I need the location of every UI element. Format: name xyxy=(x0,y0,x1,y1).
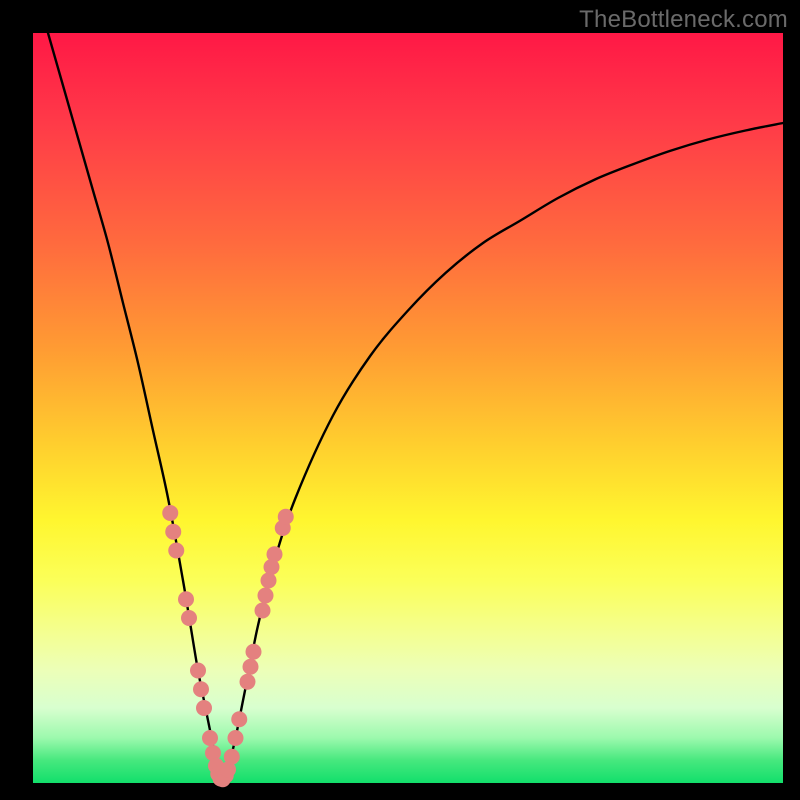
marker-dot xyxy=(168,543,184,559)
marker-dot xyxy=(261,573,277,589)
marker-dots xyxy=(162,505,294,787)
marker-dot xyxy=(240,674,256,690)
plot-area xyxy=(33,33,783,783)
marker-dot xyxy=(228,730,244,746)
bottleneck-curve xyxy=(48,33,783,780)
watermark-text: TheBottleneck.com xyxy=(579,6,788,34)
marker-dot xyxy=(246,644,262,660)
chart-container: TheBottleneck.com xyxy=(0,0,800,800)
marker-dot xyxy=(190,663,206,679)
marker-dot xyxy=(267,546,283,562)
marker-dot xyxy=(224,749,240,765)
curve-layer xyxy=(33,33,783,783)
marker-dot xyxy=(181,610,197,626)
marker-dot xyxy=(255,603,271,619)
marker-dot xyxy=(193,681,209,697)
marker-dot xyxy=(231,711,247,727)
marker-dot xyxy=(162,505,178,521)
marker-dot xyxy=(258,588,274,604)
marker-dot xyxy=(165,524,181,540)
marker-dot xyxy=(178,591,194,607)
marker-dot xyxy=(278,509,294,525)
marker-dot xyxy=(243,659,259,675)
marker-dot xyxy=(196,700,212,716)
marker-dot xyxy=(202,730,218,746)
